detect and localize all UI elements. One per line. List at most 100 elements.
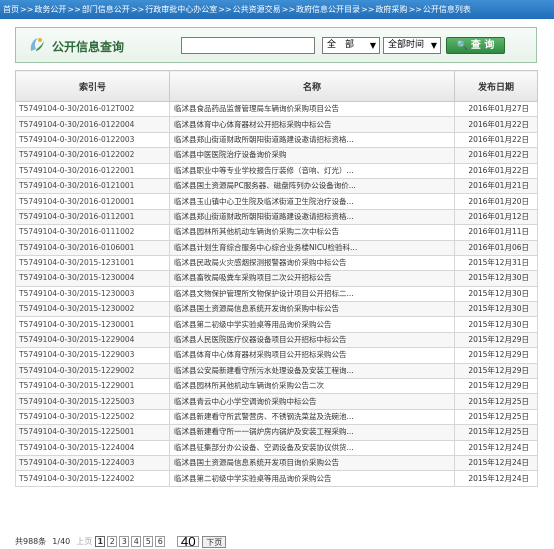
total-count: 共988条 <box>15 537 47 546</box>
scope-select-value: 全 部 <box>327 40 355 50</box>
table-row: T5749104-0-30/2016-0111002 临沭县园林所其他机动车辆询价… <box>15 224 538 241</box>
row-index-number: T5749104-0-30/2015-1230001 <box>15 316 170 333</box>
page-link[interactable]: 2 <box>107 536 118 547</box>
row-publish-date: 2015年12月30日 <box>454 285 538 303</box>
row-publish-date: 2015年12月25日 <box>454 408 538 426</box>
page-jump-input[interactable] <box>177 536 200 547</box>
table-row: T5749104-0-30/2015-1229003 临沭县体育中心体育器材采购项… <box>15 347 538 364</box>
row-publish-date: 2016年01月22日 <box>454 116 538 133</box>
scope-select[interactable]: 全 部 ▼ <box>322 37 380 54</box>
breadcrumb-separator: >> <box>67 5 81 14</box>
row-publish-date: 2016年01月22日 <box>454 131 538 149</box>
row-title-link[interactable]: 临沭县职业中等专业学校报告厅装修（音响、灯光）... <box>169 162 455 179</box>
row-title-link[interactable]: 临沭县民政局火灾感烟探测报警器询价采购中标公告 <box>169 254 455 272</box>
time-select[interactable]: 全部时间 ▼ <box>383 37 441 54</box>
table-row: T5749104-0-30/2016-0112001 临沭县郑山街道财政所朝阳街道… <box>15 208 538 226</box>
breadcrumb-link[interactable]: 公共资源交易 <box>233 5 281 14</box>
row-publish-date: 2015年12月24日 <box>454 470 538 487</box>
breadcrumb-separator: >> <box>361 5 375 14</box>
page-link[interactable]: 4 <box>131 536 142 547</box>
row-title-link[interactable]: 临沭县郑山街道财政所朝阳街道路建设邀请招标资格... <box>169 131 455 149</box>
row-index-number: T5749104-0-30/2015-1224002 <box>15 470 170 487</box>
row-publish-date: 2016年01月06日 <box>454 239 538 256</box>
query-button-label: 查 询 <box>470 40 495 51</box>
row-publish-date: 2015年12月30日 <box>454 301 538 318</box>
row-title-link[interactable]: 临沭县国土资源局信息系统开发项目询价采购公告 <box>169 454 455 472</box>
row-title-link[interactable]: 临沭县计划生育综合服务中心综合业务楼NICU检验科... <box>169 239 455 256</box>
breadcrumb-link[interactable]: 政府采购 <box>375 5 407 14</box>
breadcrumb-link[interactable]: 行政审批中心办公室 <box>145 5 217 14</box>
row-index-number: T5749104-0-30/2015-1224004 <box>15 439 170 456</box>
panel-title: 公开信息查询 <box>52 40 125 54</box>
table-row: T5749104-0-30/2015-1229002 临沭县公安局新建看守所污水处… <box>15 362 538 380</box>
table-row: T5749104-0-30/2015-1224004 临沭县征集部分办公设备、空调… <box>15 439 538 456</box>
row-title-link[interactable]: 临沭县郑山街道财政所朝阳街道路建设邀请招标资格... <box>169 208 455 226</box>
row-publish-date: 2015年12月30日 <box>454 270 538 287</box>
row-publish-date: 2015年12月29日 <box>454 378 538 395</box>
breadcrumb-link[interactable]: 公开信息列表 <box>423 5 471 14</box>
next-page-button[interactable]: 下页 <box>202 535 227 548</box>
table-row: T5749104-0-30/2015-1224003 临沭县国土资源局信息系统开发… <box>15 454 538 472</box>
row-title-link[interactable]: 临沭县体育中心体育器材采购项目公开招标采购公告 <box>169 347 455 364</box>
table-row: T5749104-0-30/2016-0122001 临沭县职业中等专业学校报告厅… <box>15 162 538 179</box>
page-info: 1/40 <box>52 537 71 546</box>
row-index-number: T5749104-0-30/2015-1229002 <box>15 362 170 380</box>
row-index-number: T5749104-0-30/2016-0106001 <box>15 239 170 256</box>
row-index-number: T5749104-0-30/2016-0122003 <box>15 131 170 149</box>
row-publish-date: 2015年12月25日 <box>454 393 538 410</box>
row-index-number: T5749104-0-30/2016-0120001 <box>15 193 170 210</box>
table-row: T5749104-0-30/2015-1230002 临沭县国土资源局信息系统开发… <box>15 301 538 318</box>
row-title-link[interactable]: 临沭县公安局新建看守所污水处理设备及安装工程询... <box>169 362 455 380</box>
table-row: T5749104-0-30/2016-0122003 临沭县郑山街道财政所朝阳街道… <box>15 131 538 149</box>
prev-page-link[interactable]: 上页 <box>76 536 92 547</box>
row-publish-date: 2016年01月22日 <box>454 162 538 179</box>
row-index-number: T5749104-0-30/2015-1229003 <box>15 347 170 364</box>
table-row: T5749104-0-30/2016-0122002 临沭县中医医院治疗设备询价采… <box>15 147 538 164</box>
page-link[interactable]: 6 <box>155 536 166 547</box>
row-publish-date: 2015年12月30日 <box>454 316 538 333</box>
row-title-link[interactable]: 临沭县国土资源局信息系统开发询价采购中标公告 <box>169 301 455 318</box>
row-publish-date: 2015年12月29日 <box>454 331 538 349</box>
page-link[interactable]: 5 <box>143 536 154 547</box>
row-title-link[interactable]: 临沭县新建看守所一一锅炉房内锅炉及安装工程采购... <box>169 424 455 441</box>
row-publish-date: 2016年01月22日 <box>454 147 538 164</box>
table-row: T5749104-0-30/2015-1230003 临沭县文物保护管理所文物保护… <box>15 285 538 303</box>
row-title-link[interactable]: 临沭县食品药品监督管理局车辆询价采购项目公告 <box>169 100 455 118</box>
row-index-number: T5749104-0-30/2015-1225001 <box>15 424 170 441</box>
row-title-link[interactable]: 临沭县畜牧局吸粪车采购项目二次公开招标公告 <box>169 270 455 287</box>
breadcrumb-separator: >> <box>20 5 34 14</box>
row-publish-date: 2015年12月24日 <box>454 454 538 472</box>
query-button[interactable]: 🔍 查 询 <box>446 37 505 54</box>
row-title-link[interactable]: 临沭县人民医院医疗仪器设备项目公开招标中标公告 <box>169 331 455 349</box>
breadcrumb-link[interactable]: 政府信息公开目录 <box>296 5 360 14</box>
page-link[interactable]: 3 <box>119 536 130 547</box>
time-select-value: 全部时间 <box>388 40 425 50</box>
table-row: T5749104-0-30/2015-1225002 临沭县新建看守所武警营房、不… <box>15 408 538 426</box>
table-row: T5749104-0-30/2015-1225001 临沭县新建看守所一一锅炉房内… <box>15 424 538 441</box>
row-title-link[interactable]: 临沭县文物保护管理所文物保护设计项目公开招标二... <box>169 285 455 303</box>
row-index-number: T5749104-0-30/2016-0122002 <box>15 147 170 164</box>
breadcrumb-separator: >> <box>130 5 145 14</box>
row-title-link[interactable]: 临沭县第二初级中学实验桌等用品询价采购公告 <box>169 316 455 333</box>
table-row: T5749104-0-30/2015-1231001 临沭县民政局火灾感烟探测报警… <box>15 254 538 272</box>
row-title-link[interactable]: 临沭县体育中心体育器材公开招标采购中标公告 <box>169 116 455 133</box>
row-title-link[interactable]: 临沭县园林所其他机动车辆询价采购二次中标公告 <box>169 224 455 241</box>
breadcrumb-link[interactable]: 部门信息公开 <box>82 5 130 14</box>
header-index: 索引号 <box>15 70 170 102</box>
row-publish-date: 2015年12月29日 <box>454 362 538 380</box>
row-title-link[interactable]: 临沭县第二初级中学实验桌等用品询价采购公告 <box>169 470 455 487</box>
row-title-link[interactable]: 临沭县征集部分办公设备、空调设备及安装协议供货... <box>169 439 455 456</box>
row-title-link[interactable]: 临沭县玉山镇中心卫生院及临沭街道卫生院治疗设备... <box>169 193 455 210</box>
row-title-link[interactable]: 临沭县园林所其他机动车辆询价采购公告二次 <box>169 378 455 395</box>
search-input[interactable] <box>181 37 315 54</box>
chevron-down-icon: ▼ <box>430 41 437 50</box>
table-row: T5749104-0-30/2016-0106001 临沭县计划生育综合服务中心综… <box>15 239 538 256</box>
row-title-link[interactable]: 临沭县中医医院治疗设备询价采购 <box>169 147 455 164</box>
breadcrumb-separator: >> <box>281 5 296 14</box>
page-link[interactable]: 1 <box>95 536 106 547</box>
row-title-link[interactable]: 临沭县新建看守所武警营房、不锈钢洗菜盆及洗碗池... <box>169 408 455 426</box>
row-title-link[interactable]: 临沭县青云中心小学空调询价采购中标公告 <box>169 393 455 410</box>
breadcrumb-link[interactable]: 政务公开 <box>34 5 66 14</box>
breadcrumb-link[interactable]: 首页 <box>3 5 19 14</box>
row-title-link[interactable]: 临沭县国土资源局PC服务器、磁盘阵列办公设备询价... <box>169 177 455 195</box>
